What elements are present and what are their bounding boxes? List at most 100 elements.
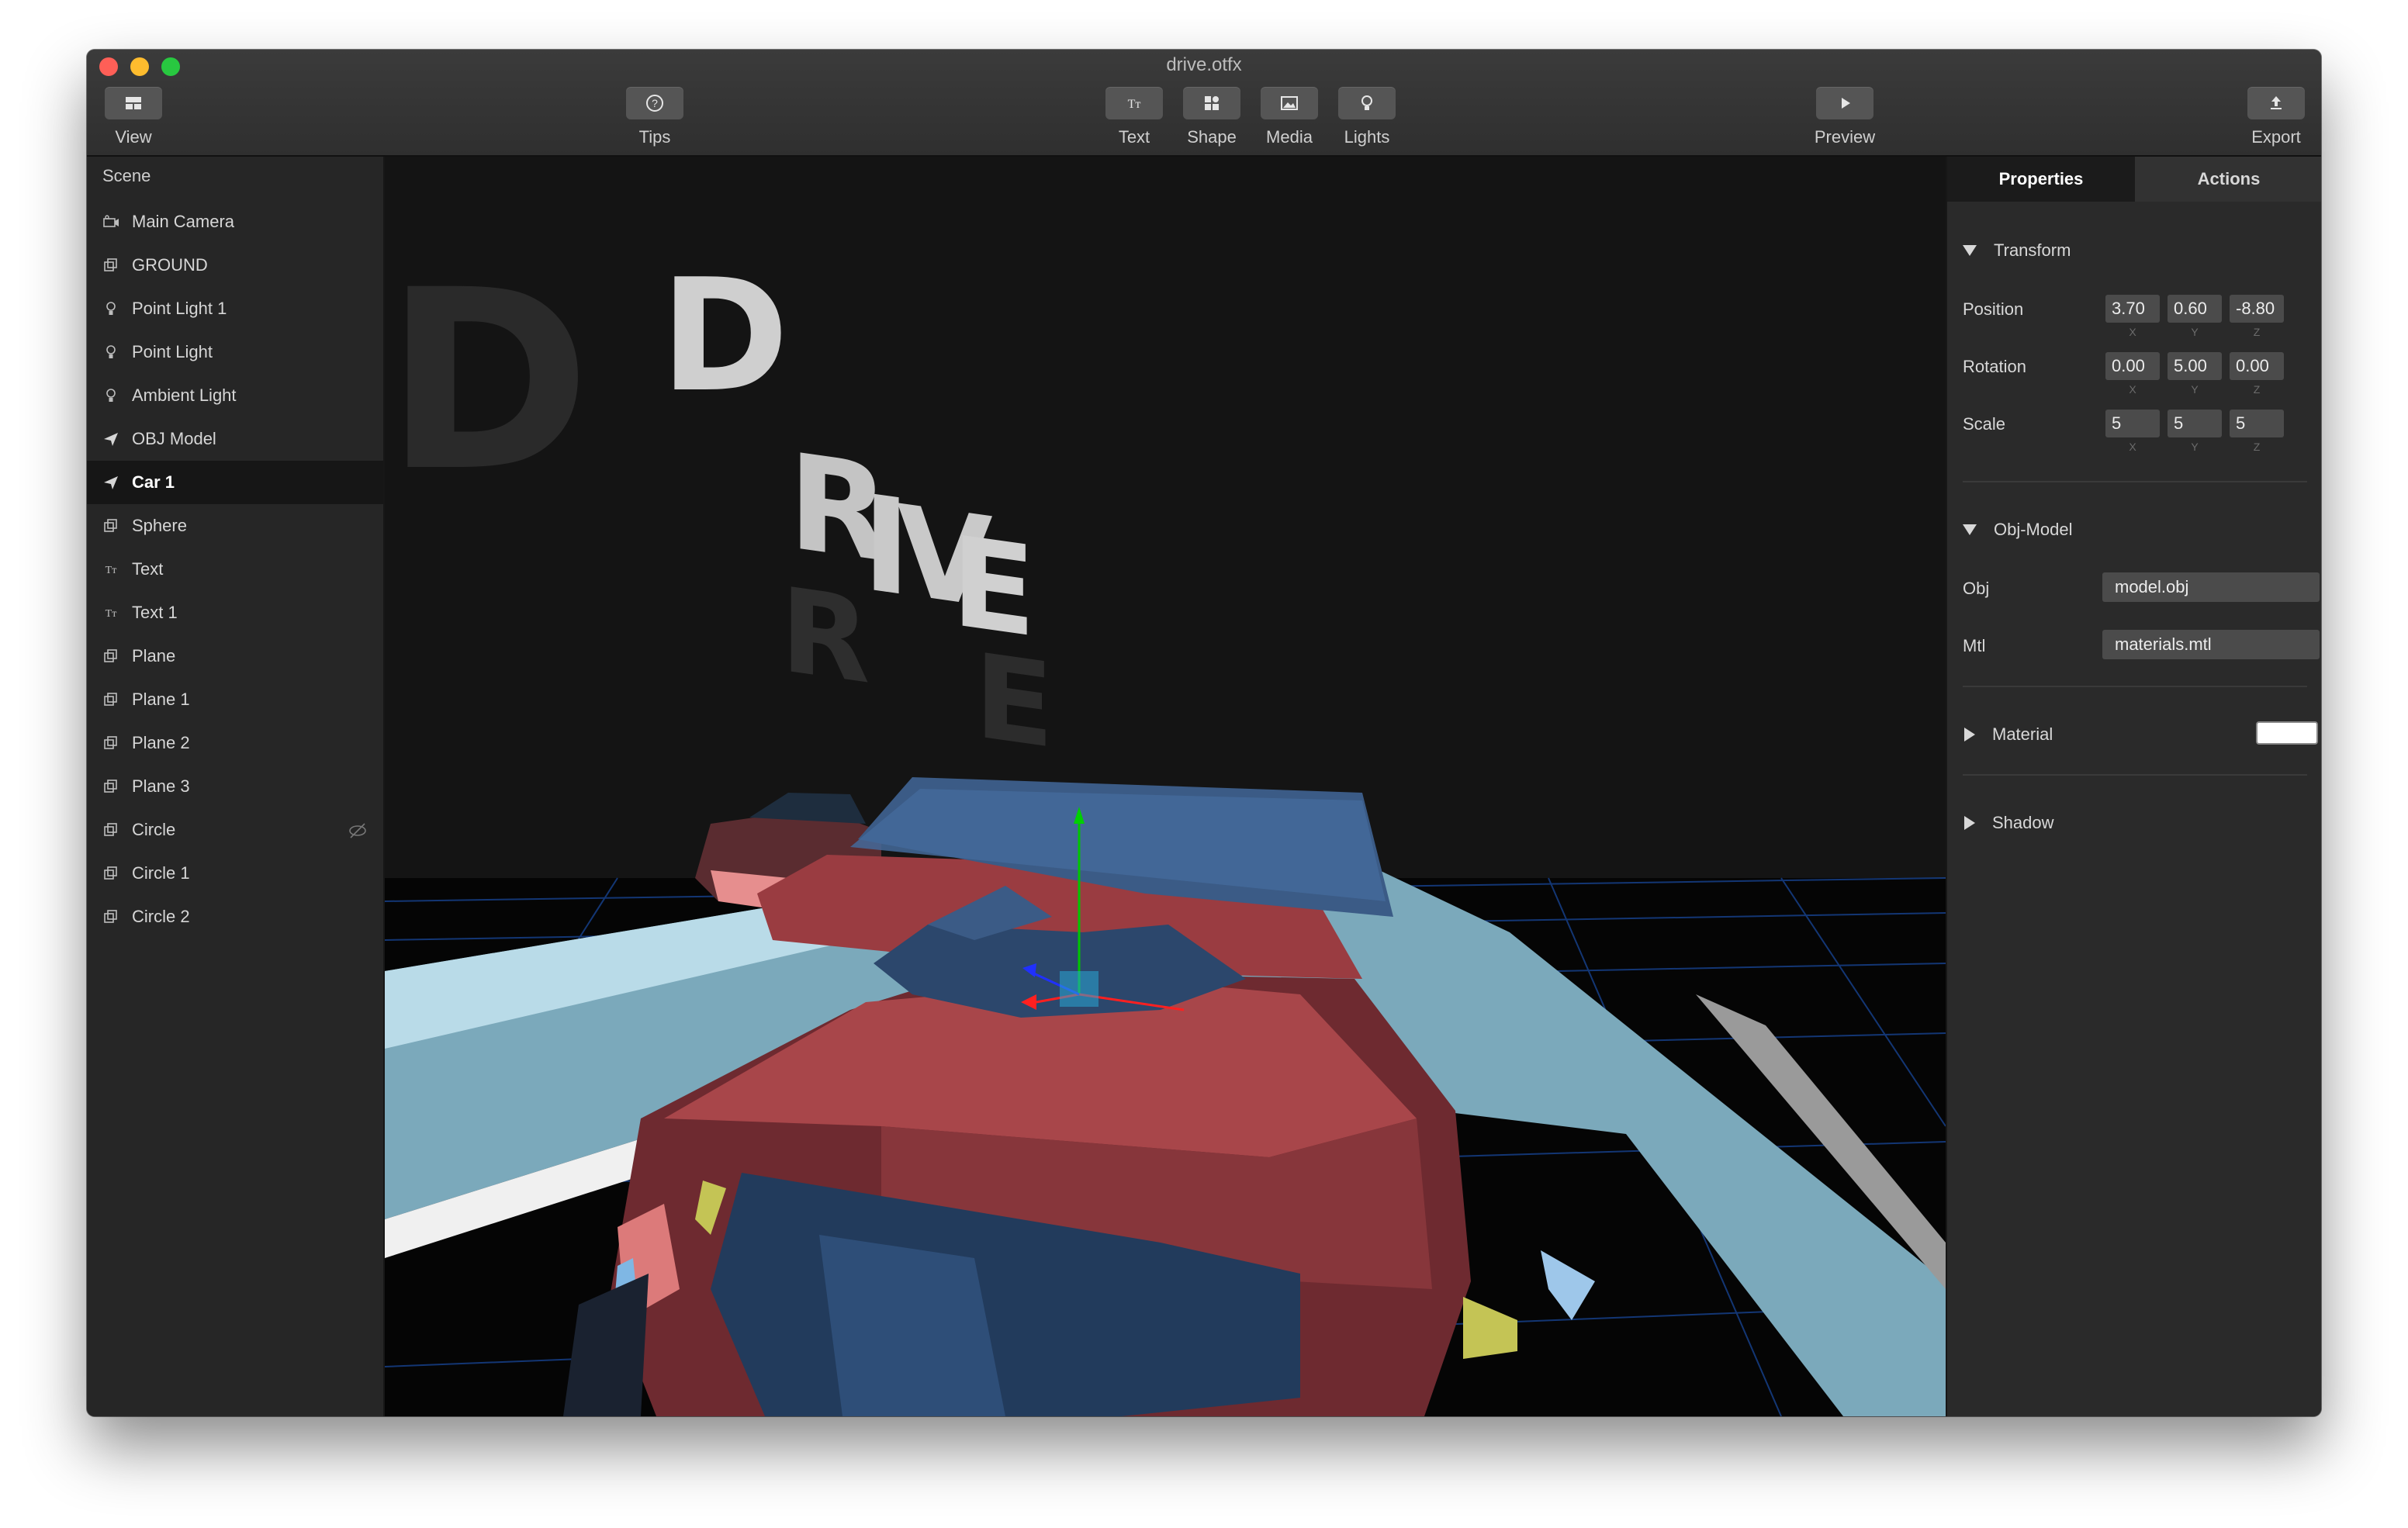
scene-item[interactable]: Ambient Light bbox=[87, 374, 383, 417]
transform-title: Transform bbox=[1994, 240, 2071, 260]
scale-x-field[interactable]: 5 bbox=[2105, 410, 2160, 437]
scene-letter-d-back: D bbox=[385, 237, 591, 526]
scene-item-label: Circle 1 bbox=[132, 863, 190, 883]
scale-z-field[interactable]: 5 bbox=[2230, 410, 2284, 437]
scene-title: Scene bbox=[102, 166, 151, 185]
lights-tool[interactable]: Lights bbox=[1320, 87, 1413, 147]
scene-letter-r-shadow: R bbox=[780, 562, 870, 710]
rotation-y-field[interactable]: 5.00 bbox=[2168, 352, 2222, 380]
backdrop bbox=[385, 157, 1946, 878]
play-icon bbox=[1842, 98, 1850, 109]
view-tool[interactable]: View bbox=[87, 87, 180, 147]
app-window: drive.otfx View ? Tips Tт Text Shape Med… bbox=[87, 50, 2321, 1416]
scene-item[interactable]: Sphere bbox=[87, 504, 383, 548]
scene-item[interactable]: Tт Text 1 bbox=[87, 591, 383, 634]
bulb-icon bbox=[102, 300, 119, 317]
export-button[interactable] bbox=[2247, 87, 2305, 119]
scene-item[interactable]: Tт Text bbox=[87, 548, 383, 591]
shadow-section-toggle[interactable]: Shadow bbox=[1963, 813, 2054, 833]
svg-text:Tт: Tт bbox=[106, 608, 117, 620]
position-x-field[interactable]: 3.70 bbox=[2105, 295, 2160, 323]
rotation-z-field[interactable]: 0.00 bbox=[2230, 352, 2284, 380]
shape-icon bbox=[102, 821, 119, 838]
scene-sidebar: Scene Main Camera GROUND Point Light 1 Poin… bbox=[87, 157, 385, 1416]
shape-icon bbox=[102, 691, 119, 708]
window-title: drive.otfx bbox=[1166, 54, 1242, 75]
scene-item-label: Car 1 bbox=[132, 472, 175, 492]
scene-item[interactable]: Main Camera bbox=[87, 200, 383, 244]
section-divider bbox=[1963, 686, 2307, 687]
shape-button[interactable] bbox=[1183, 87, 1240, 119]
mtl-file-field[interactable]: materials.mtl bbox=[2102, 630, 2320, 659]
scene-letter-e-shadow: E bbox=[974, 627, 1054, 775]
collapsed-arrow-icon bbox=[1964, 816, 1975, 830]
panel-tabs: Properties Actions bbox=[1947, 157, 2321, 202]
tab-actions[interactable]: Actions bbox=[2135, 157, 2321, 202]
position-x-axis-label: X bbox=[2129, 326, 2136, 338]
scale-y-field[interactable]: 5 bbox=[2168, 410, 2222, 437]
layout-icon bbox=[126, 97, 141, 109]
media-button[interactable] bbox=[1261, 87, 1318, 119]
scene-item[interactable]: Plane 2 bbox=[87, 721, 383, 765]
lights-button[interactable] bbox=[1338, 87, 1396, 119]
bulb-icon bbox=[102, 387, 119, 404]
tips-tool[interactable]: ? Tips bbox=[608, 87, 701, 147]
rotation-x-field[interactable]: 0.00 bbox=[2105, 352, 2160, 380]
svg-text:?: ? bbox=[652, 97, 658, 109]
transform-section-toggle[interactable]: Transform bbox=[1963, 240, 2071, 261]
position-label: Position bbox=[1963, 299, 2024, 319]
scene-item[interactable]: Plane bbox=[87, 634, 383, 678]
scene-item[interactable]: Plane 3 bbox=[87, 765, 383, 808]
rotation-z-axis-label: Z bbox=[2253, 383, 2261, 396]
scene-item[interactable]: Circle 2 bbox=[87, 895, 383, 939]
collapsed-arrow-icon bbox=[1964, 728, 1975, 742]
scene-item-label: OBJ Model bbox=[132, 429, 216, 448]
bulb-icon bbox=[1361, 95, 1372, 110]
tips-label: Tips bbox=[638, 127, 671, 147]
preview-label: Preview bbox=[1814, 127, 1876, 147]
position-z-axis-label: Z bbox=[2253, 326, 2261, 338]
title-bar: drive.otfx View ? Tips Tт Text Shape Med… bbox=[87, 50, 2321, 157]
text-button[interactable]: Tт bbox=[1105, 87, 1163, 119]
preview-button[interactable] bbox=[1816, 87, 1873, 119]
svg-text:Tт: Tт bbox=[106, 565, 117, 576]
export-tool[interactable]: Export bbox=[2230, 87, 2321, 147]
material-color-swatch[interactable] bbox=[2256, 721, 2318, 745]
material-section-toggle[interactable]: Material bbox=[1963, 724, 2053, 745]
scene-item[interactable]: Circle 1 bbox=[87, 852, 383, 895]
3d-viewport[interactable]: D D R R I V E E bbox=[385, 157, 1946, 1416]
position-y-field[interactable]: 0.60 bbox=[2168, 295, 2222, 323]
section-divider bbox=[1963, 481, 2307, 482]
position-z-field[interactable]: -8.80 bbox=[2230, 295, 2284, 323]
view-button[interactable] bbox=[105, 87, 162, 119]
visibility-hidden-icon[interactable] bbox=[348, 821, 368, 841]
scene-item[interactable]: Point Light bbox=[87, 330, 383, 374]
bulb-icon bbox=[102, 344, 119, 361]
scene-item[interactable]: Point Light 1 bbox=[87, 287, 383, 330]
tips-button[interactable]: ? bbox=[626, 87, 683, 119]
shape-icon bbox=[102, 648, 119, 665]
scene-item-label: Point Light 1 bbox=[132, 299, 227, 318]
mtl-label: Mtl bbox=[1963, 636, 1986, 655]
scene-item-label: Text 1 bbox=[132, 603, 178, 622]
scene-item-label: Circle bbox=[132, 820, 176, 839]
properties-panel: Properties Actions Transform Position 3.… bbox=[1946, 157, 2321, 1416]
scene-item[interactable]: Car 1 bbox=[87, 461, 383, 504]
obj-model-section-toggle[interactable]: Obj-Model bbox=[1963, 520, 2072, 540]
help-icon: ? bbox=[646, 95, 663, 112]
preview-tool[interactable]: Preview bbox=[1798, 87, 1891, 147]
obj-file-field[interactable]: model.obj bbox=[2102, 572, 2320, 602]
scene-item[interactable]: Plane 1 bbox=[87, 678, 383, 721]
scene-item[interactable]: GROUND bbox=[87, 244, 383, 287]
scene-item-label: Plane 3 bbox=[132, 776, 190, 796]
text-icon: Tт bbox=[1128, 98, 1141, 111]
export-label: Export bbox=[2251, 127, 2301, 147]
scale-label: Scale bbox=[1963, 414, 2006, 434]
scale-y-axis-label: Y bbox=[2191, 441, 2199, 453]
rotation-x-axis-label: X bbox=[2129, 383, 2136, 396]
lights-label: Lights bbox=[1344, 127, 1390, 147]
scene-item[interactable]: OBJ Model bbox=[87, 417, 383, 461]
scene-item[interactable]: Circle bbox=[87, 808, 383, 852]
tab-properties[interactable]: Properties bbox=[1947, 157, 2135, 202]
expanded-arrow-icon bbox=[1963, 524, 1977, 535]
